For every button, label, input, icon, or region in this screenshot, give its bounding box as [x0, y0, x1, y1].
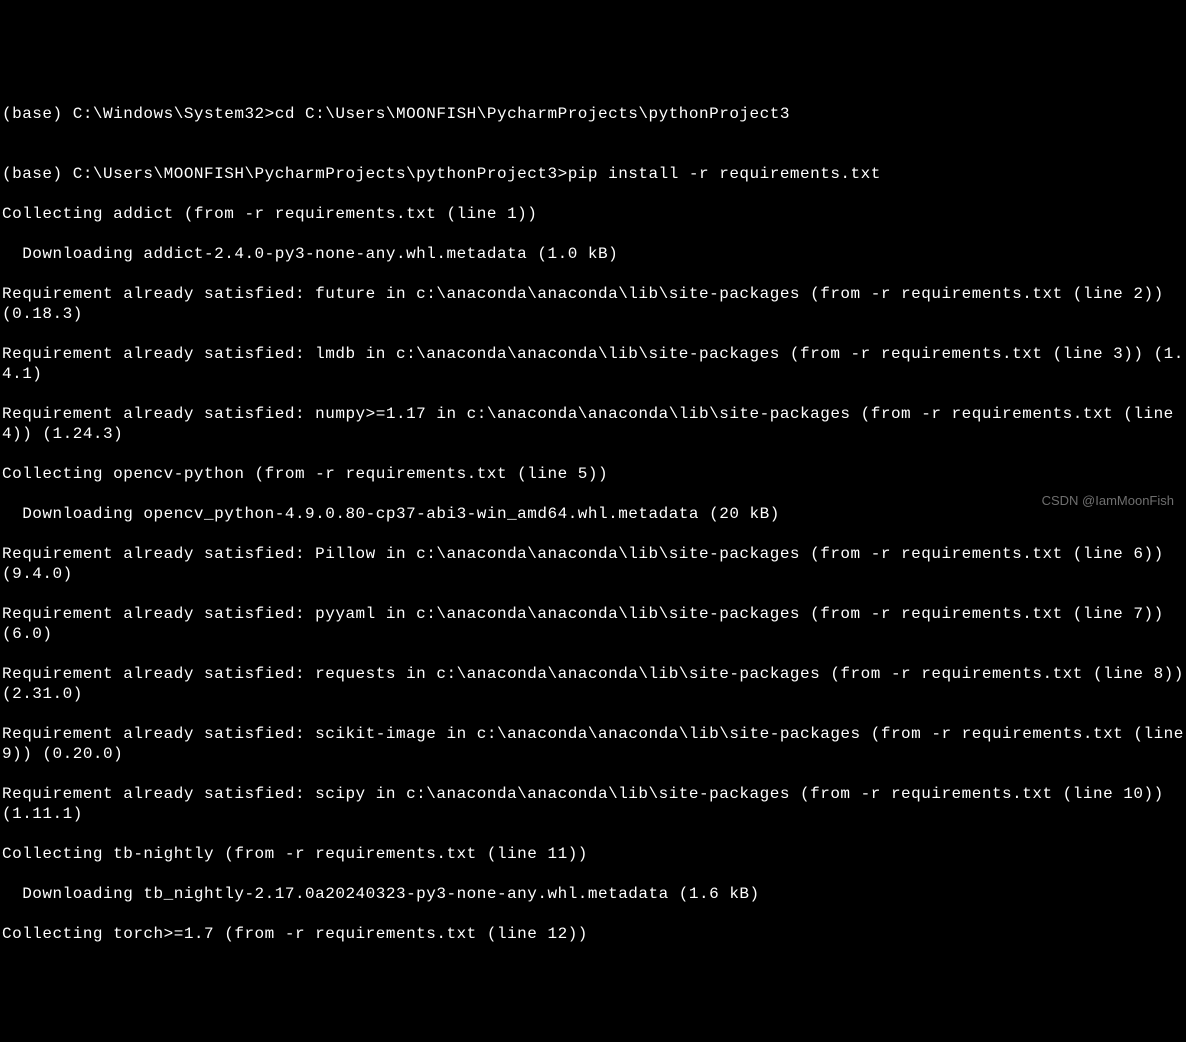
terminal-line: Requirement already satisfied: scipy in … [2, 784, 1184, 824]
terminal-line: Requirement already satisfied: future in… [2, 284, 1184, 324]
terminal-line: Collecting tb-nightly (from -r requireme… [2, 844, 1184, 864]
terminal-output[interactable]: (base) C:\Windows\System32>cd C:\Users\M… [2, 84, 1184, 964]
terminal-line: Requirement already satisfied: Pillow in… [2, 544, 1184, 584]
terminal-line: Downloading tb_nightly-2.17.0a20240323-p… [2, 884, 1184, 904]
terminal-line: Requirement already satisfied: scikit-im… [2, 724, 1184, 764]
terminal-line: Collecting torch>=1.7 (from -r requireme… [2, 924, 1184, 944]
terminal-line: Downloading addict-2.4.0-py3-none-any.wh… [2, 244, 1184, 264]
terminal-line: Requirement already satisfied: pyyaml in… [2, 604, 1184, 644]
watermark-text: CSDN @IamMoonFish [1042, 493, 1174, 509]
terminal-line: Requirement already satisfied: lmdb in c… [2, 344, 1184, 384]
terminal-line: Collecting opencv-python (from -r requir… [2, 464, 1184, 484]
terminal-line: Requirement already satisfied: requests … [2, 664, 1184, 704]
terminal-line: (base) C:\Users\MOONFISH\PycharmProjects… [2, 164, 1184, 184]
terminal-line: Requirement already satisfied: numpy>=1.… [2, 404, 1184, 444]
terminal-line: (base) C:\Windows\System32>cd C:\Users\M… [2, 104, 1184, 124]
terminal-line: Collecting addict (from -r requirements.… [2, 204, 1184, 224]
terminal-line: Downloading opencv_python-4.9.0.80-cp37-… [2, 504, 1184, 524]
